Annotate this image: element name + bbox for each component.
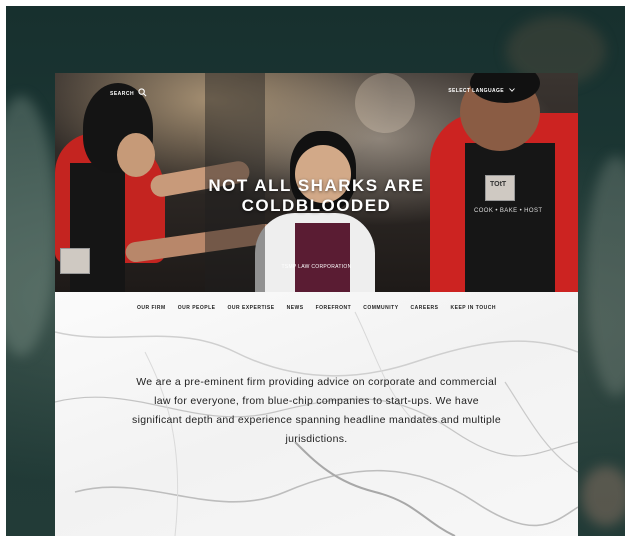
main-nav: OUR FIRM OUR PEOPLE OUR EXPERTISE NEWS F… (55, 305, 578, 311)
intro-paragraph: We are a pre-eminent firm providing advi… (132, 376, 501, 445)
website-card: TOtT COOK • BAKE • HOST SEARCH SELECT LA… (55, 73, 578, 536)
nav-community[interactable]: COMMUNITY (363, 305, 398, 311)
nav-our-firm[interactable]: OUR FIRM (137, 305, 166, 311)
hero-headline-line2: COLDBLOODED (241, 196, 392, 215)
nav-forefront[interactable]: FOREFRONT (316, 305, 352, 311)
language-select[interactable]: SELECT LANGUAGE (448, 88, 515, 94)
chevron-down-icon (509, 88, 515, 94)
nav-keep-in-touch[interactable]: KEEP IN TOUCH (451, 305, 497, 311)
nav-news[interactable]: NEWS (287, 305, 304, 311)
search-button[interactable]: SEARCH (110, 88, 147, 99)
search-icon (138, 88, 147, 99)
search-label: SEARCH (110, 90, 135, 97)
hero-headline-line1: NOT ALL SHARKS ARE (208, 176, 425, 195)
language-label: SELECT LANGUAGE (448, 88, 504, 94)
hero-banner: TOtT COOK • BAKE • HOST SEARCH SELECT LA… (55, 73, 578, 292)
nav-careers[interactable]: CAREERS (411, 305, 439, 311)
hero-subhead: TSMP LAW CORPORATION (281, 264, 352, 270)
nav-our-expertise[interactable]: OUR EXPERTISE (228, 305, 275, 311)
nav-our-people[interactable]: OUR PEOPLE (178, 305, 216, 311)
hero-headline: NOT ALL SHARKS ARE COLDBLOODED (55, 176, 578, 216)
